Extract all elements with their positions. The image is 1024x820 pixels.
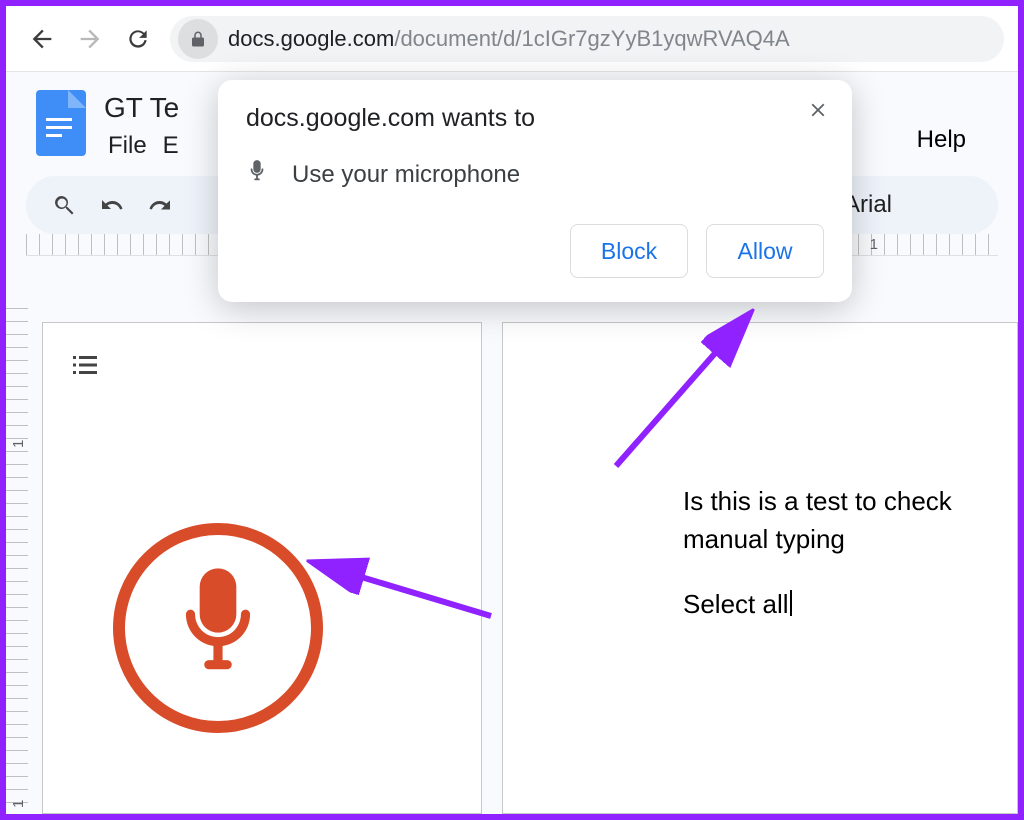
redo-button[interactable] [140, 185, 180, 225]
ruler-mark: 1 [870, 236, 878, 253]
permission-title: docs.google.com wants to [246, 104, 824, 133]
menu-edit[interactable]: E [159, 130, 183, 162]
forward-button[interactable] [68, 17, 112, 61]
close-icon [807, 99, 829, 121]
permission-message: Use your microphone [292, 161, 520, 189]
browser-toolbar: docs.google.com/document/d/1cIGr7gzYyB1y… [6, 6, 1018, 72]
doc-line: Is this is a test to check [683, 483, 1017, 521]
reload-button[interactable] [116, 17, 160, 61]
doc-line: manual typing [683, 521, 1017, 559]
outline-icon[interactable] [67, 347, 457, 388]
close-button[interactable] [802, 94, 834, 126]
back-button[interactable] [20, 17, 64, 61]
search-icon[interactable] [44, 185, 84, 225]
menu-help[interactable]: Help [917, 90, 966, 154]
microphone-icon [163, 563, 273, 693]
address-bar[interactable]: docs.google.com/document/d/1cIGr7gzYyB1y… [170, 16, 1004, 62]
permission-dialog: docs.google.com wants to Use your microp… [218, 80, 852, 302]
undo-button[interactable] [92, 185, 132, 225]
document-page[interactable]: Is this is a test to check manual typing… [502, 322, 1018, 814]
voice-typing-button[interactable] [113, 523, 323, 733]
vruler-mark: 1 [10, 440, 27, 448]
url-host: docs.google.com [228, 26, 394, 52]
outline-panel [42, 322, 482, 814]
font-selector[interactable]: Arial [830, 191, 980, 219]
doc-line: Select all [683, 586, 1017, 624]
text-cursor [790, 590, 792, 616]
site-lock-icon[interactable] [178, 19, 218, 59]
url-path: /document/d/1cIGr7gzYyB1yqwRVAQ4A [394, 26, 789, 52]
microphone-icon [246, 159, 268, 190]
block-button[interactable]: Block [570, 224, 688, 278]
menu-file[interactable]: File [104, 130, 151, 162]
vertical-ruler[interactable]: 1 1 [6, 308, 28, 814]
docs-logo-icon[interactable] [36, 90, 86, 156]
allow-button[interactable]: Allow [706, 224, 824, 278]
workspace: 1 1 Is this is a test to check manual ty… [6, 308, 1018, 814]
vruler-mark: 1 [10, 800, 27, 808]
